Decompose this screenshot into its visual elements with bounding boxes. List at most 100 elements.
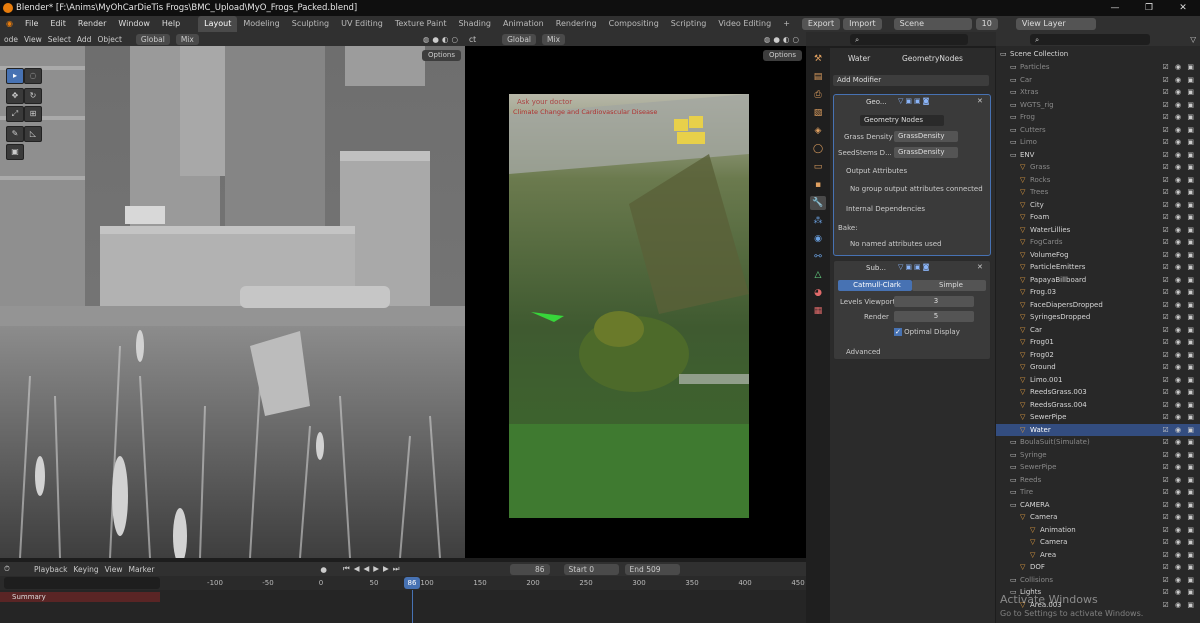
levels-viewport-field[interactable]: 3 <box>894 296 974 307</box>
measure-tool-icon[interactable]: ◺ <box>24 126 42 142</box>
outliner-item[interactable]: ▽ ReedsGrass.004 ☑ ◉ ▣ <box>996 399 1200 412</box>
physics-tab-icon[interactable]: ◉ <box>810 232 826 246</box>
rotate-tool-icon[interactable]: ↻ <box>24 88 42 104</box>
scene-collection-row[interactable]: ▭ Scene Collection <box>996 48 1200 61</box>
outliner-item[interactable]: ▽ ReedsGrass.003 ☑ ◉ ▣ <box>996 386 1200 399</box>
optimal-display-checkbox[interactable]: ✓ Optimal Display <box>894 328 960 336</box>
geo-delete-icon[interactable]: ✕ <box>977 97 983 105</box>
outliner-item[interactable]: ▽ SewerPipe ☑ ◉ ▣ <box>996 411 1200 424</box>
record-icon[interactable]: ● <box>320 565 327 574</box>
visibility-toggles-icon[interactable]: ☑ ◉ ▣ <box>1163 249 1196 262</box>
right-transform-orientation[interactable]: Global <box>502 33 537 45</box>
subsurf-delete-icon[interactable]: ✕ <box>977 263 983 271</box>
outliner-item[interactable]: ▭ Xtras ☑ ◉ ▣ <box>996 86 1200 99</box>
visibility-toggles-icon[interactable]: ☑ ◉ ▣ <box>1163 474 1196 487</box>
add-workspace-icon[interactable]: + <box>777 16 796 32</box>
menu-window[interactable]: Window <box>112 16 156 32</box>
particles-tab-icon[interactable]: ⁂ <box>810 214 826 228</box>
visibility-toggles-icon[interactable]: ☑ ◉ ▣ <box>1163 211 1196 224</box>
export-button[interactable]: Export <box>801 18 841 30</box>
outliner-item[interactable]: ▽ Grass ☑ ◉ ▣ <box>996 161 1200 174</box>
material-tab-icon[interactable]: ◕ <box>810 286 826 300</box>
visibility-toggles-icon[interactable]: ☑ ◉ ▣ <box>1163 274 1196 287</box>
visibility-toggles-icon[interactable]: ☑ ◉ ▣ <box>1163 536 1196 549</box>
move-tool-icon[interactable]: ✥ <box>6 88 24 104</box>
outliner-item[interactable]: ▽ Foam ☑ ◉ ▣ <box>996 211 1200 224</box>
visibility-toggles-icon[interactable]: ☑ ◉ ▣ <box>1163 199 1196 212</box>
outliner-item[interactable]: ▭ SewerPipe ☑ ◉ ▣ <box>996 461 1200 474</box>
outliner-item[interactable]: ▽ Trees ☑ ◉ ▣ <box>996 186 1200 199</box>
view-menu[interactable]: View <box>24 35 42 44</box>
subsurf-toggle-icons[interactable]: ▽▣▣◙ <box>898 263 931 271</box>
outliner-item[interactable]: ▭ ENV ☑ ◉ ▣ <box>996 149 1200 162</box>
right-shading-modes-icon[interactable]: ◍●◐○ <box>764 35 802 44</box>
transform-tool-icon[interactable]: ⊞ <box>24 106 42 122</box>
minimize-button[interactable]: — <box>1098 0 1132 16</box>
visibility-toggles-icon[interactable]: ☑ ◉ ▣ <box>1163 161 1196 174</box>
visibility-toggles-icon[interactable]: ☑ ◉ ▣ <box>1163 74 1196 87</box>
playback-controls-icon[interactable]: ⏮◀◀▶▶⏭ <box>343 564 404 574</box>
playhead-frame[interactable]: 86 <box>404 577 420 589</box>
outliner-item[interactable]: ▽ FogCards ☑ ◉ ▣ <box>996 236 1200 249</box>
menu-file[interactable]: File <box>19 16 44 32</box>
outliner-item[interactable]: ▭ Limo ☑ ◉ ▣ <box>996 136 1200 149</box>
visibility-toggles-icon[interactable]: ☑ ◉ ▣ <box>1163 549 1196 562</box>
outliner-item[interactable]: ▭ Particles ☑ ◉ ▣ <box>996 61 1200 74</box>
right-viewport[interactable]: Options Ask your doctor Climate Change a… <box>465 46 806 558</box>
object-menu[interactable]: Object <box>97 35 121 44</box>
node-group-field[interactable]: Geometry Nodes <box>860 115 944 126</box>
select-circle-icon[interactable]: ◌ <box>24 68 42 84</box>
properties-search-icon[interactable]: ⌕ <box>850 33 968 45</box>
render-levels-field[interactable]: 5 <box>894 311 974 322</box>
maximize-button[interactable]: ❐ <box>1132 0 1166 16</box>
left-options-button[interactable]: Options <box>422 50 462 61</box>
tab-animation[interactable]: Animation <box>497 16 550 32</box>
tab-uv-editing[interactable]: UV Editing <box>335 16 389 32</box>
visibility-toggles-icon[interactable]: ☑ ◉ ▣ <box>1163 586 1196 599</box>
visibility-toggles-icon[interactable]: ☑ ◉ ▣ <box>1163 136 1196 149</box>
outliner-item[interactable]: ▭ Collisions ☑ ◉ ▣ <box>996 574 1200 587</box>
add-modifier-button[interactable]: Add Modifier <box>833 75 989 86</box>
timeline-body[interactable]: Summary <box>0 590 806 623</box>
tab-rendering[interactable]: Rendering <box>550 16 603 32</box>
menu-render[interactable]: Render <box>72 16 112 32</box>
subsurf-modifier-name[interactable]: Sub... <box>866 264 886 272</box>
outliner-item[interactable]: ▽ FaceDiapersDropped ☑ ◉ ▣ <box>996 299 1200 312</box>
add-cube-tool-icon[interactable]: ▣ <box>6 144 24 160</box>
outliner-item[interactable]: ▽ SyringesDropped ☑ ◉ ▣ <box>996 311 1200 324</box>
catmull-clark-button[interactable]: Catmull-Clark <box>838 280 912 291</box>
outliner-item[interactable]: ▽ DOF ☑ ◉ ▣ <box>996 561 1200 574</box>
playback-menu[interactable]: Playback <box>34 565 67 574</box>
right-options-button[interactable]: Options <box>763 50 803 61</box>
outliner-item[interactable]: ▭ Cutters ☑ ◉ ▣ <box>996 124 1200 137</box>
outliner-item[interactable]: ▽ Frog01 ☑ ◉ ▣ <box>996 336 1200 349</box>
visibility-toggles-icon[interactable]: ☑ ◉ ▣ <box>1163 236 1196 249</box>
visibility-toggles-icon[interactable]: ☑ ◉ ▣ <box>1163 436 1196 449</box>
tab-sculpting[interactable]: Sculpting <box>286 16 335 32</box>
outliner-item[interactable]: ▽ PapayaBillboard ☑ ◉ ▣ <box>996 274 1200 287</box>
constraints-tab-icon[interactable]: ⚯ <box>810 250 826 264</box>
outliner-item[interactable]: ▽ Camera ☑ ◉ ▣ <box>996 511 1200 524</box>
visibility-toggles-icon[interactable]: ☑ ◉ ▣ <box>1163 524 1196 537</box>
outliner-item[interactable]: ▭ Tire ☑ ◉ ▣ <box>996 486 1200 499</box>
tab-compositing[interactable]: Compositing <box>603 16 665 32</box>
timeline-editor-icon[interactable]: ⏱ <box>4 564 28 574</box>
outliner-item[interactable]: ▽ Frog02 ☑ ◉ ▣ <box>996 349 1200 362</box>
close-button[interactable]: ✕ <box>1166 0 1200 16</box>
visibility-toggles-icon[interactable]: ☑ ◉ ▣ <box>1163 574 1196 587</box>
outliner-item[interactable]: ▽ WaterLillies ☑ ◉ ▣ <box>996 224 1200 237</box>
data-tab-icon[interactable]: △ <box>810 268 826 282</box>
menu-edit[interactable]: Edit <box>44 16 72 32</box>
visibility-toggles-icon[interactable]: ☑ ◉ ▣ <box>1163 561 1196 574</box>
visibility-toggles-icon[interactable]: ☑ ◉ ▣ <box>1163 61 1196 74</box>
outliner-item[interactable]: ▭ BoulaSuit(Simulate) ☑ ◉ ▣ <box>996 436 1200 449</box>
visibility-toggles-icon[interactable]: ☑ ◉ ▣ <box>1163 361 1196 374</box>
visibility-toggles-icon[interactable]: ☑ ◉ ▣ <box>1163 336 1196 349</box>
outliner-item[interactable]: ▽ Limo.001 ☑ ◉ ▣ <box>996 374 1200 387</box>
outliner-item[interactable]: ▽ Rocks ☑ ◉ ▣ <box>996 174 1200 187</box>
right-pivot-point[interactable]: Mix <box>542 33 566 45</box>
seedstems-density-field[interactable]: GrassDensity <box>894 147 958 158</box>
visibility-toggles-icon[interactable]: ☑ ◉ ▣ <box>1163 486 1196 499</box>
tab-texture-paint[interactable]: Texture Paint <box>389 16 453 32</box>
outliner-item[interactable]: ▽ Car ☑ ◉ ▣ <box>996 324 1200 337</box>
